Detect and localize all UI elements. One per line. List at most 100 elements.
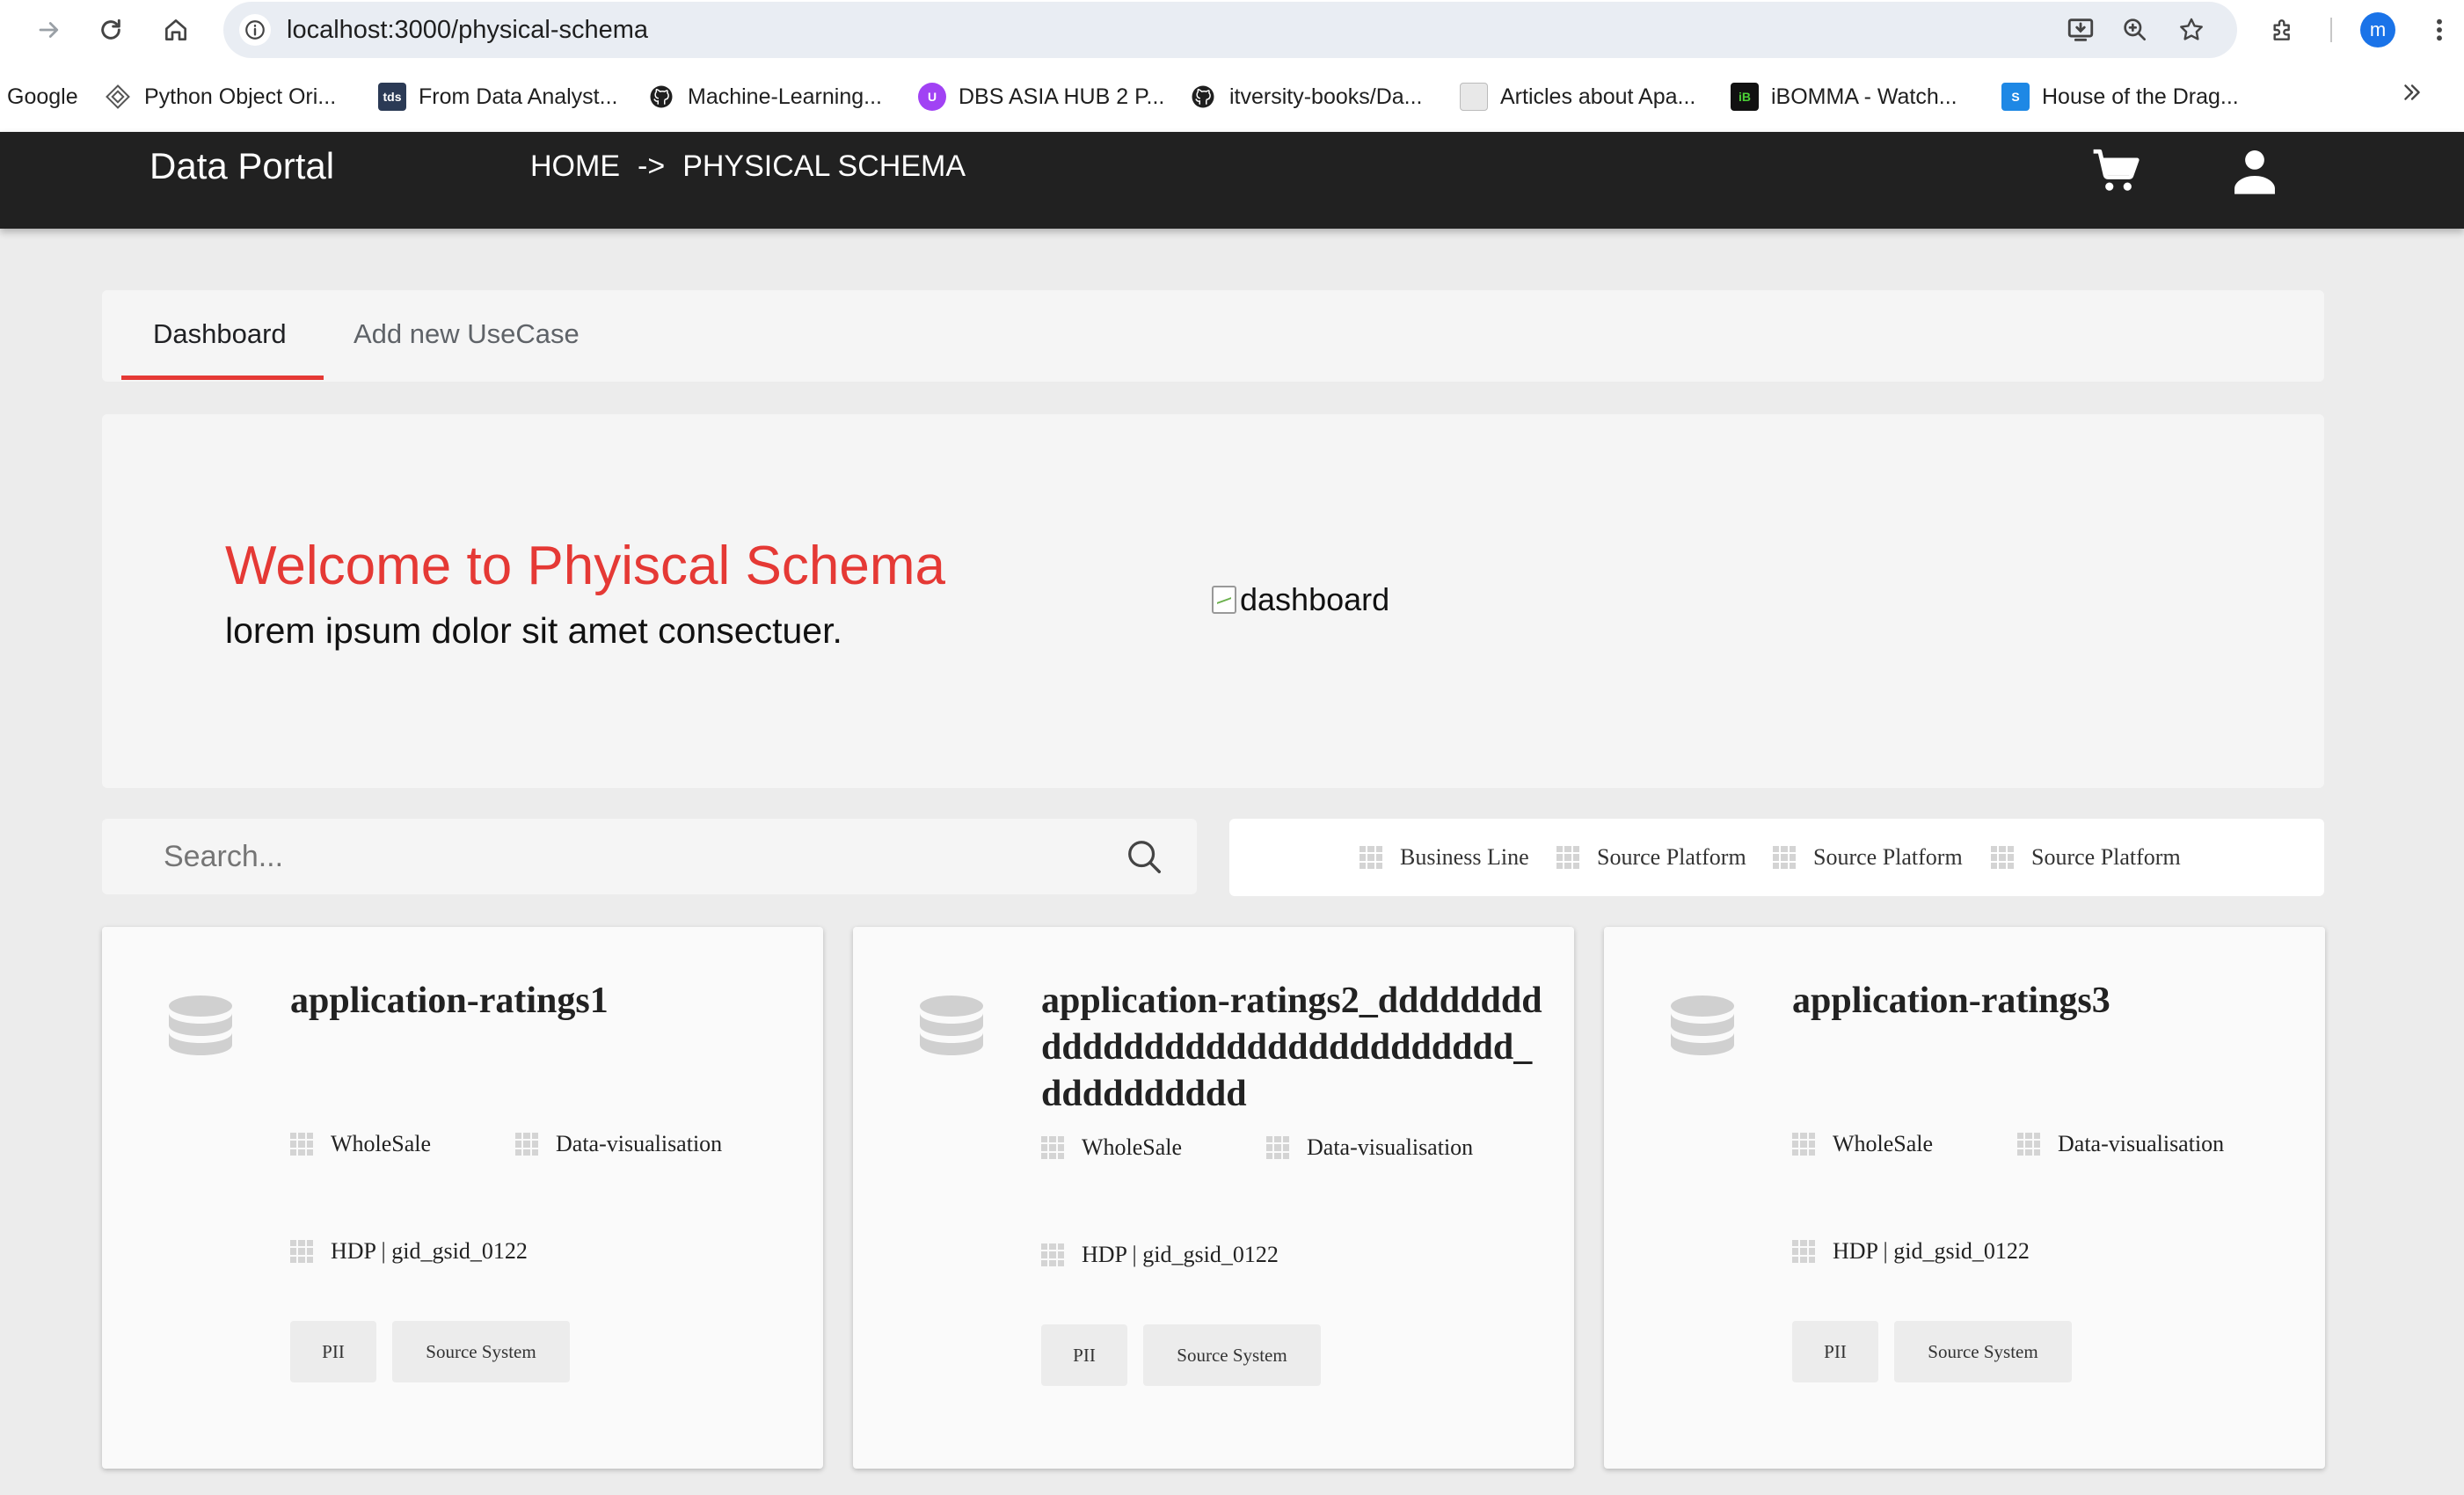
bookmark-python[interactable]: Python Object Ori...	[104, 81, 336, 113]
search-bar	[102, 819, 1197, 894]
github-icon	[1189, 83, 1217, 111]
dashboard-image: dashboard	[1212, 581, 1389, 618]
database-icon	[920, 995, 983, 1055]
bookmarks-bar: Google Python Object Ori... tds From Dat…	[0, 60, 2464, 132]
card-business-line: WholeSale	[1041, 1133, 1182, 1163]
active-tab-indicator	[121, 376, 324, 380]
filter-bar: Business Line Source Platform Source Pla…	[1229, 819, 2324, 896]
site-icon	[1460, 83, 1488, 111]
card-category: Data-visualisation	[515, 1129, 722, 1159]
bookmark-label: Machine-Learning...	[688, 84, 882, 109]
bookmark-google[interactable]: Google	[7, 81, 78, 113]
app-title[interactable]: Data Portal	[149, 144, 334, 188]
filter-source-platform[interactable]: Source Platform	[1991, 840, 2181, 875]
grid-icon	[1792, 1133, 1815, 1156]
meta-label: HDP | gid_gsid_0122	[1833, 1238, 2030, 1264]
bookmark-star-icon[interactable]	[2174, 12, 2209, 47]
search-icon[interactable]	[1124, 836, 1164, 877]
bookmark-label: House of the Drag...	[2042, 84, 2239, 109]
bookmark-ml[interactable]: Machine-Learning...	[647, 81, 882, 113]
database-icon	[169, 995, 232, 1055]
schema-card[interactable]: application-ratings1 WholeSale Data-visu…	[102, 927, 823, 1469]
bookmark-itversity[interactable]: itversity-books/Da...	[1189, 81, 1423, 113]
bookmark-label: iBOMMA - Watch...	[1771, 84, 1957, 109]
zoom-icon[interactable]	[2118, 12, 2153, 47]
card-category: Data-visualisation	[2017, 1129, 2224, 1159]
bookmark-articles[interactable]: Articles about Apa...	[1460, 81, 1695, 113]
schema-card[interactable]: application-ratings2_ddddddddddddddddddd…	[853, 927, 1574, 1469]
extensions-icon[interactable]	[2264, 11, 2302, 49]
address-bar[interactable]: localhost:3000/physical-schema	[223, 2, 2237, 58]
app-header: Data Portal HOME -> PHYSICAL SCHEMA	[0, 132, 2464, 229]
forward-button[interactable]	[30, 11, 69, 49]
search-input[interactable]	[164, 836, 1087, 877]
grid-icon	[290, 1240, 313, 1263]
grid-icon	[1991, 846, 2014, 869]
breadcrumb-current: PHYSICAL SCHEMA	[682, 150, 966, 183]
breadcrumb-home[interactable]: HOME	[530, 148, 620, 185]
profile-avatar[interactable]: m	[2360, 12, 2395, 47]
bookmark-label: itversity-books/Da...	[1229, 84, 1423, 109]
meta-label: Data-visualisation	[556, 1131, 723, 1156]
card-title[interactable]: application-ratings2_ddddddddddddddddddd…	[1041, 978, 1551, 1118]
card-title[interactable]: application-ratings3	[1792, 978, 2302, 1025]
meta-label: WholeSale	[1082, 1134, 1183, 1160]
filter-source-platform[interactable]: Source Platform	[1556, 840, 1746, 875]
chip-pii[interactable]: PII	[1041, 1324, 1127, 1386]
meta-label: WholeSale	[1833, 1131, 1934, 1156]
meta-label: Data-visualisation	[2058, 1131, 2225, 1156]
bookmark-house[interactable]: S House of the Drag...	[2001, 81, 2239, 113]
bookmark-dbs[interactable]: U DBS ASIA HUB 2 P...	[918, 81, 1164, 113]
tab-add-usecase[interactable]: Add new UseCase	[354, 317, 580, 352]
meta-label: HDP | gid_gsid_0122	[1082, 1242, 1279, 1267]
chip-source-system[interactable]: Source System	[392, 1321, 570, 1382]
reload-button[interactable]	[91, 11, 130, 49]
schema-card[interactable]: application-ratings3 WholeSale Data-visu…	[1604, 927, 2325, 1469]
chip-pii[interactable]: PII	[290, 1321, 376, 1382]
cart-icon	[2093, 149, 2140, 191]
welcome-banner: Welcome to Phyiscal Schema lorem ipsum d…	[102, 414, 2324, 788]
filter-business-line[interactable]: Business Line	[1360, 840, 1529, 875]
bookmark-ibomma[interactable]: iB iBOMMA - Watch...	[1731, 81, 1957, 113]
url-text[interactable]: localhost:3000/physical-schema	[287, 14, 648, 46]
tds-icon: tds	[378, 83, 406, 111]
bookmarks-overflow-icon[interactable]	[2401, 81, 2424, 111]
bookmark-tds[interactable]: tds From Data Analyst...	[378, 81, 617, 113]
meta-label: HDP | gid_gsid_0122	[331, 1238, 528, 1264]
breadcrumb: HOME -> PHYSICAL SCHEMA	[530, 148, 966, 185]
grid-icon	[1266, 1136, 1289, 1159]
install-app-icon[interactable]	[2063, 12, 2098, 47]
grid-icon	[1792, 1240, 1815, 1263]
github-icon	[647, 83, 675, 111]
home-button[interactable]	[157, 11, 195, 49]
menu-kebab-icon[interactable]	[2420, 11, 2459, 49]
grid-icon	[1360, 846, 1382, 869]
tabs-bar: Dashboard Add new UseCase	[102, 290, 2324, 382]
tab-dashboard[interactable]: Dashboard	[153, 317, 287, 352]
chip-source-system[interactable]: Source System	[1894, 1321, 2072, 1382]
grid-icon	[1041, 1136, 1064, 1159]
bookmark-label: DBS ASIA HUB 2 P...	[959, 84, 1165, 109]
grid-icon	[290, 1133, 313, 1156]
browser-toolbar: localhost:3000/physical-schema m	[0, 0, 2464, 60]
meta-label: Data-visualisation	[1307, 1134, 1474, 1160]
s-icon: S	[2001, 83, 2030, 111]
chip-pii[interactable]: PII	[1792, 1321, 1878, 1382]
image-alt-text: dashboard	[1240, 581, 1390, 617]
card-source: HDP | gid_gsid_0122	[290, 1236, 528, 1266]
broken-image-icon	[1212, 586, 1236, 614]
card-source: HDP | gid_gsid_0122	[1792, 1236, 2030, 1266]
site-info-icon[interactable]	[239, 14, 271, 46]
filter-label: Source Platform	[1813, 844, 1963, 870]
hero-subtitle: lorem ipsum dolor sit amet consectuer.	[225, 610, 842, 651]
grid-icon	[515, 1133, 538, 1156]
filter-source-platform[interactable]: Source Platform	[1773, 840, 1963, 875]
breadcrumb-arrow: ->	[638, 150, 666, 183]
filter-label: Source Platform	[1597, 844, 1746, 870]
cart-button[interactable]	[2088, 142, 2144, 199]
chip-source-system[interactable]: Source System	[1143, 1324, 1321, 1386]
reload-icon	[101, 18, 120, 40]
card-title[interactable]: application-ratings1	[290, 978, 800, 1025]
u-icon: U	[918, 83, 946, 111]
user-button[interactable]	[2227, 142, 2283, 199]
